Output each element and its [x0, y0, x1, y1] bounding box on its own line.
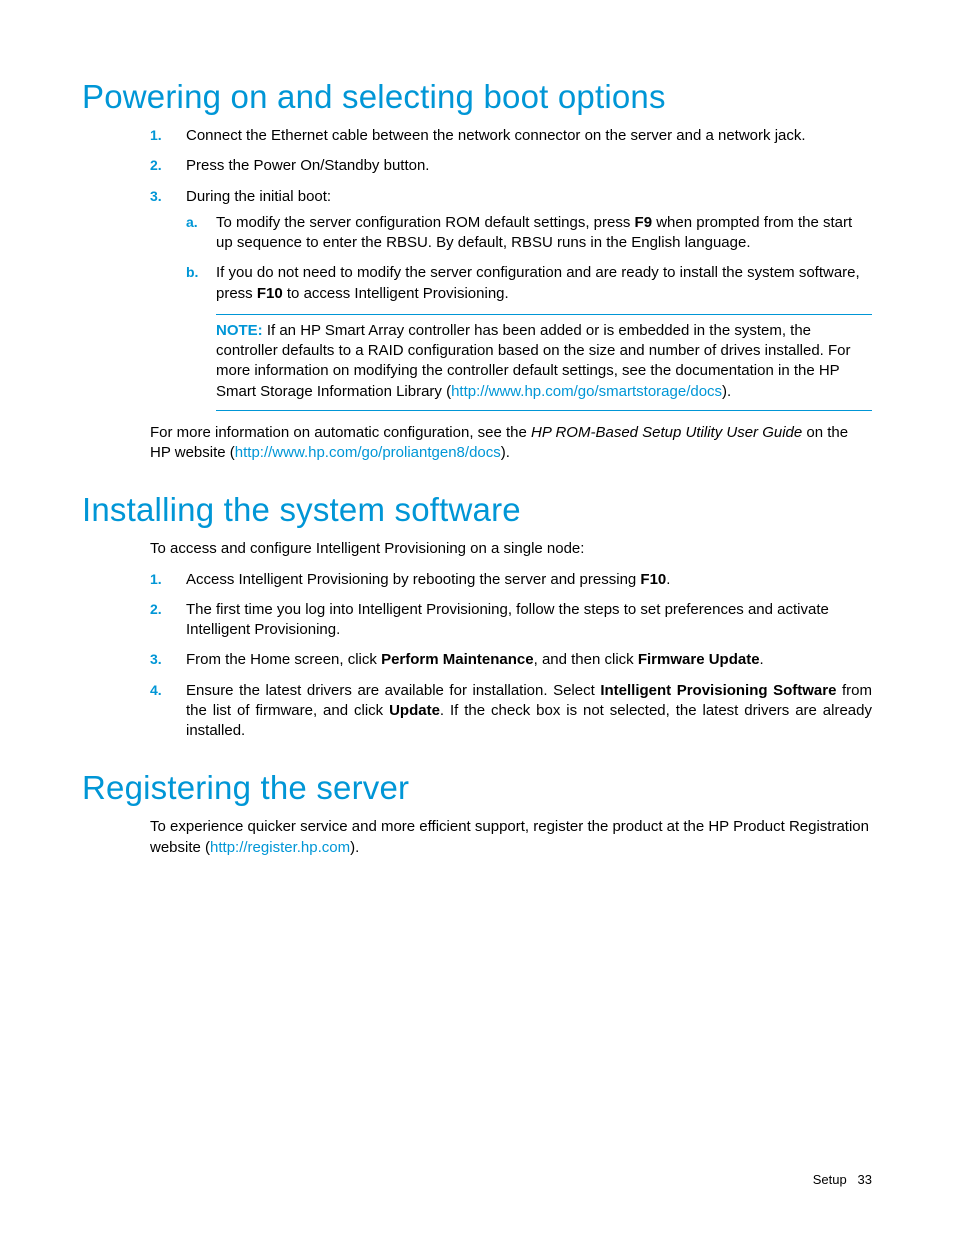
heading-installing-software: Installing the system software: [82, 491, 872, 529]
list-item: 2. Press the Power On/Standby button.: [150, 156, 872, 176]
note-box: NOTE: If an HP Smart Array controller ha…: [216, 314, 872, 411]
step-text: Access Intelligent Provisioning by reboo…: [186, 571, 670, 588]
step-text: Press the Power On/Standby button.: [186, 157, 429, 174]
section1-body: 1. Connect the Ethernet cable between th…: [150, 126, 872, 463]
substep-text: If you do not need to modify the server …: [216, 264, 860, 301]
section1-substeps: a. To modify the server configuration RO…: [186, 213, 872, 304]
page-number: 33: [858, 1172, 872, 1187]
step-text: The first time you log into Intelligent …: [186, 601, 829, 638]
section2-steps: 1. Access Intelligent Provisioning by re…: [150, 570, 872, 742]
substep-marker: b.: [186, 263, 198, 282]
substep-marker: a.: [186, 213, 198, 232]
link-proliant-docs[interactable]: http://www.hp.com/go/proliantgen8/docs: [235, 444, 501, 461]
note-label: NOTE:: [216, 322, 263, 339]
key-f9: F9: [635, 214, 653, 231]
section3-body: To experience quicker service and more e…: [150, 817, 872, 858]
list-item: 3. From the Home screen, click Perform M…: [150, 650, 872, 670]
list-item: 3. During the initial boot: a. To modify…: [150, 187, 872, 411]
key-f10: F10: [257, 285, 283, 302]
step-marker: 2.: [150, 156, 162, 175]
step-marker: 1.: [150, 126, 162, 145]
guide-title: HP ROM-Based Setup Utility User Guide: [531, 424, 802, 441]
step-text: Connect the Ethernet cable between the n…: [186, 127, 806, 144]
heading-registering-server: Registering the server: [82, 769, 872, 807]
list-item: 1. Connect the Ethernet cable between th…: [150, 126, 872, 146]
heading-powering-on: Powering on and selecting boot options: [82, 78, 872, 116]
link-smartstorage[interactable]: http://www.hp.com/go/smartstorage/docs: [451, 383, 722, 400]
page-footer: Setup 33: [813, 1172, 872, 1187]
list-item: a. To modify the server configuration RO…: [186, 213, 872, 254]
step-marker: 3.: [150, 187, 162, 206]
step-marker: 4.: [150, 681, 162, 700]
step-marker: 2.: [150, 600, 162, 619]
list-item: 1. Access Intelligent Provisioning by re…: [150, 570, 872, 590]
step-text: During the initial boot:: [186, 188, 331, 205]
list-item: b. If you do not need to modify the serv…: [186, 263, 872, 304]
section1-steps: 1. Connect the Ethernet cable between th…: [150, 126, 872, 411]
footer-section-label: Setup: [813, 1172, 847, 1187]
substep-text: To modify the server configuration ROM d…: [216, 214, 852, 251]
section2-intro: To access and configure Intelligent Prov…: [150, 539, 872, 559]
step-text: Ensure the latest drivers are available …: [186, 682, 872, 740]
step-marker: 3.: [150, 650, 162, 669]
step-text: From the Home screen, click Perform Main…: [186, 651, 764, 668]
list-item: 4. Ensure the latest drivers are availab…: [150, 681, 872, 742]
section1-footer-para: For more information on automatic config…: [150, 423, 872, 464]
section2-body: To access and configure Intelligent Prov…: [150, 539, 872, 741]
page-container: Powering on and selecting boot options 1…: [0, 0, 954, 1235]
link-register-hp[interactable]: http://register.hp.com: [210, 839, 350, 856]
key-f10: F10: [640, 571, 666, 588]
list-item: 2. The first time you log into Intellige…: [150, 600, 872, 641]
step-marker: 1.: [150, 570, 162, 589]
section3-para: To experience quicker service and more e…: [150, 817, 872, 858]
